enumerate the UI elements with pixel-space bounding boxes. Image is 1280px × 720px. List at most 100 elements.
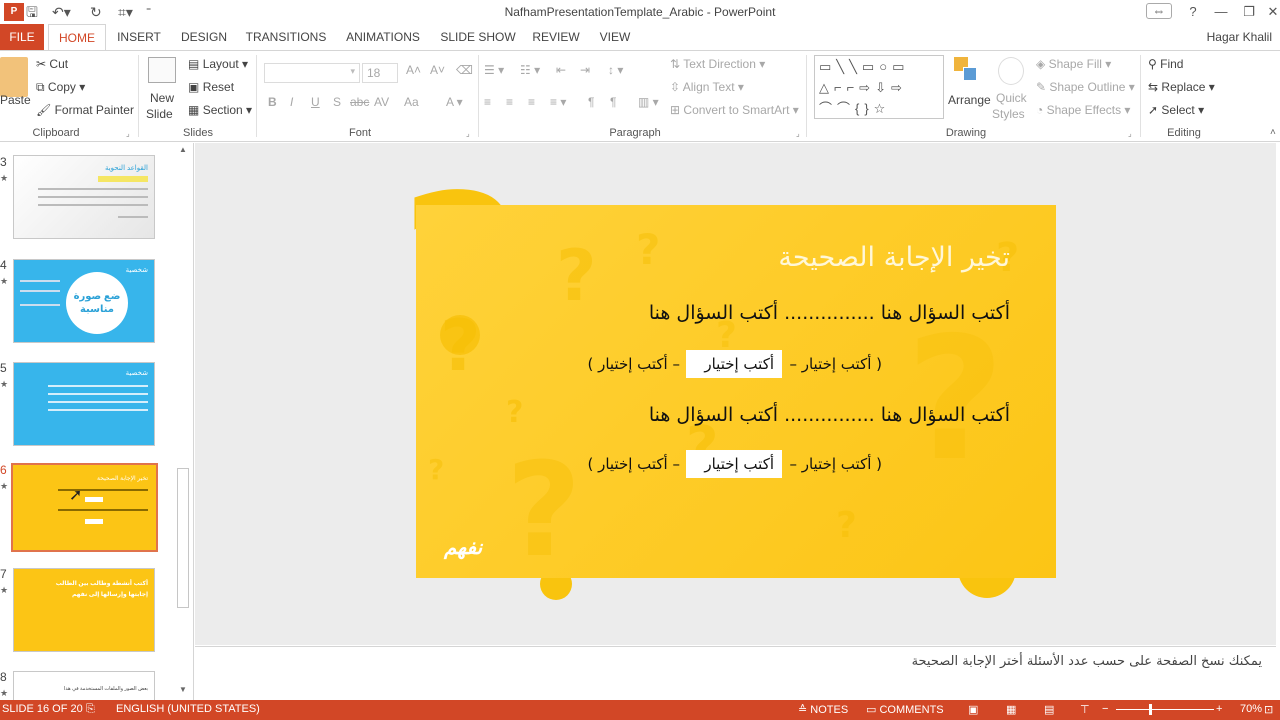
- columns-icon[interactable]: ▥ ▾: [638, 95, 659, 109]
- drawing-launcher-icon[interactable]: ⌟: [1128, 129, 1132, 138]
- tab-insert[interactable]: INSERT: [112, 24, 166, 50]
- decrease-indent-icon[interactable]: ⇤: [556, 63, 566, 77]
- spellcheck-icon[interactable]: ⎘: [86, 703, 95, 716]
- ltr-icon[interactable]: ¶: [588, 95, 594, 109]
- bold-button[interactable]: B: [268, 95, 277, 109]
- notes-toggle[interactable]: ≙ NOTES: [798, 703, 848, 716]
- language-indicator[interactable]: ENGLISH (UNITED STATES): [116, 703, 260, 715]
- slide-sorter-icon[interactable]: ▦: [1006, 703, 1016, 716]
- tab-view[interactable]: VIEW: [594, 24, 636, 50]
- tab-review[interactable]: REVIEW: [528, 24, 584, 50]
- layout-button[interactable]: ▤ Layout ▾: [188, 57, 248, 71]
- shapes-gallery[interactable]: ▭╲╲▭○▭ △⌐⌐⇨⇩⇨ ⌒⌒{}☆: [814, 55, 944, 119]
- clipboard-launcher-icon[interactable]: ⌟: [126, 129, 130, 138]
- normal-view-icon[interactable]: ▣: [968, 703, 978, 716]
- current-slide[interactable]: ? ? ? ? ? ? ? ? ? ? ? تخير الإجابة الصحي…: [416, 205, 1056, 578]
- close-icon[interactable]: ✕: [1262, 2, 1280, 22]
- underline-button[interactable]: U: [311, 95, 320, 109]
- align-center-icon[interactable]: ≡: [506, 95, 513, 109]
- collapse-ribbon-icon[interactable]: ˄: [1270, 127, 1276, 138]
- copy-button[interactable]: ⧉ Copy ▾: [36, 80, 85, 95]
- numbering-icon[interactable]: ☷ ▾: [520, 63, 540, 77]
- line-spacing-icon[interactable]: ↕ ▾: [608, 63, 623, 77]
- minimize-icon[interactable]: —: [1210, 2, 1232, 22]
- paste-button[interactable]: Paste: [0, 93, 31, 107]
- notes-pane[interactable]: يمكنك نسخ الصفحة على حسب عدد الأسئلة أخت…: [195, 646, 1276, 700]
- align-left-icon[interactable]: ≡: [484, 95, 491, 109]
- choice-1a[interactable]: ( أكتب إختيار –: [789, 355, 882, 373]
- slide-thumbnail-7[interactable]: أكتب أنشطة وطالب بين الطالب إجابتها وإرس…: [13, 568, 155, 652]
- quick-styles-label[interactable]: Quick: [996, 91, 1027, 105]
- new-slide-label-2[interactable]: Slide: [146, 107, 173, 121]
- increase-indent-icon[interactable]: ⇥: [580, 63, 590, 77]
- scroll-down-icon[interactable]: ▼: [178, 685, 188, 695]
- quick-styles-icon[interactable]: [998, 57, 1024, 85]
- zoom-in-icon[interactable]: +: [1216, 703, 1222, 715]
- arrange-icon[interactable]: [954, 57, 980, 85]
- question-2[interactable]: أكتب السؤال هنا ............... أكتب الس…: [649, 404, 1010, 426]
- select-button[interactable]: ➚ Select ▾: [1148, 103, 1204, 117]
- tab-home[interactable]: HOME: [48, 24, 106, 51]
- reading-view-icon[interactable]: ▤: [1044, 703, 1054, 716]
- thumbnail-scrollbar[interactable]: ▲ ▼: [176, 143, 190, 700]
- zoom-level[interactable]: 70%: [1240, 703, 1262, 715]
- shape-fill-button[interactable]: ◈ Shape Fill ▾: [1036, 57, 1111, 71]
- restore-icon[interactable]: ❐: [1238, 2, 1260, 22]
- shadow-button[interactable]: S: [333, 95, 341, 109]
- zoom-slider-thumb[interactable]: [1149, 704, 1152, 715]
- font-name-input[interactable]: ▾: [264, 63, 360, 83]
- find-button[interactable]: ⚲ Find: [1148, 57, 1183, 71]
- choice-2c[interactable]: – أكتب إختيار ): [587, 455, 680, 473]
- section-button[interactable]: ▦ Section ▾: [188, 103, 252, 117]
- quick-styles-label-2[interactable]: Styles: [992, 107, 1025, 121]
- notes-scrollbar[interactable]: [1276, 646, 1280, 700]
- character-spacing-button[interactable]: AV: [374, 95, 389, 109]
- replace-button[interactable]: ⇆ Replace ▾: [1148, 80, 1215, 94]
- new-slide-icon[interactable]: [148, 57, 176, 83]
- align-right-icon[interactable]: ≡: [528, 95, 535, 109]
- format-painter-button[interactable]: 🖌 Format Painter: [36, 103, 134, 117]
- choice-1-answer-box[interactable]: أكتب إختيار: [686, 350, 782, 378]
- shape-outline-button[interactable]: ✎ Shape Outline ▾: [1036, 80, 1135, 94]
- help-icon[interactable]: ?: [1182, 2, 1204, 22]
- fit-slide-icon[interactable]: ⊡: [1264, 703, 1273, 716]
- zoom-out-icon[interactable]: −: [1102, 703, 1108, 715]
- ribbon-display-options-icon[interactable]: ⇔: [1146, 3, 1172, 19]
- tab-design[interactable]: DESIGN: [176, 24, 232, 50]
- tab-transitions[interactable]: TRANSITIONS: [244, 24, 328, 50]
- scroll-up-icon[interactable]: ▲: [178, 145, 188, 155]
- canvas-scrollbar[interactable]: [1276, 143, 1280, 645]
- tab-animations[interactable]: ANIMATIONS: [340, 24, 426, 50]
- paste-icon[interactable]: [0, 57, 28, 97]
- bullets-icon[interactable]: ☰ ▾: [484, 63, 504, 77]
- slide-thumbnail-3[interactable]: القواعد النحوية: [13, 155, 155, 239]
- arrange-button[interactable]: Arrange: [948, 93, 991, 107]
- font-size-input[interactable]: 18: [362, 63, 398, 83]
- font-color-icon[interactable]: A ▾: [446, 95, 463, 109]
- shape-effects-button[interactable]: ◔ Shape Effects ▾: [1036, 103, 1130, 117]
- change-case-button[interactable]: Aa: [404, 95, 419, 109]
- question-1[interactable]: أكتب السؤال هنا ............... أكتب الس…: [649, 302, 1010, 324]
- zoom-slider-track[interactable]: [1116, 709, 1214, 710]
- user-name[interactable]: Hagar Khalil: [1200, 24, 1272, 50]
- rtl-icon[interactable]: ¶: [610, 95, 616, 109]
- slide-thumbnail-8[interactable]: بعض الصور والملفات المستخدمة في هذا: [13, 671, 155, 700]
- clear-formatting-icon[interactable]: ⌫: [456, 63, 473, 77]
- cut-button[interactable]: ✂ Cut: [36, 57, 68, 71]
- reset-button[interactable]: ▣ Reset: [188, 80, 234, 94]
- slide-thumbnail-6-selected[interactable]: تخير الإجابة الصحيحة ➚: [11, 463, 158, 552]
- paragraph-launcher-icon[interactable]: ⌟: [796, 129, 800, 138]
- slide-thumbnail-5[interactable]: شخصية: [13, 362, 155, 446]
- choice-2-answer-box[interactable]: أكتب إختيار: [686, 450, 782, 478]
- strikethrough-button[interactable]: abc: [350, 95, 369, 109]
- slide-show-icon[interactable]: ⊤: [1080, 703, 1090, 716]
- convert-smartart-button[interactable]: ⊞ Convert to SmartArt ▾: [670, 103, 799, 117]
- italic-button[interactable]: I: [290, 95, 293, 109]
- choice-1c[interactable]: – أكتب إختيار ): [587, 355, 680, 373]
- tab-slide-show[interactable]: SLIDE SHOW: [438, 24, 518, 50]
- align-text-button[interactable]: ⇳ Align Text ▾: [670, 80, 744, 94]
- font-launcher-icon[interactable]: ⌟: [466, 129, 470, 138]
- new-slide-label[interactable]: New: [150, 91, 174, 105]
- scrollbar-thumb[interactable]: [177, 468, 189, 608]
- slide-thumbnail-4[interactable]: شخصية ضع صورة مناسبة: [13, 259, 155, 343]
